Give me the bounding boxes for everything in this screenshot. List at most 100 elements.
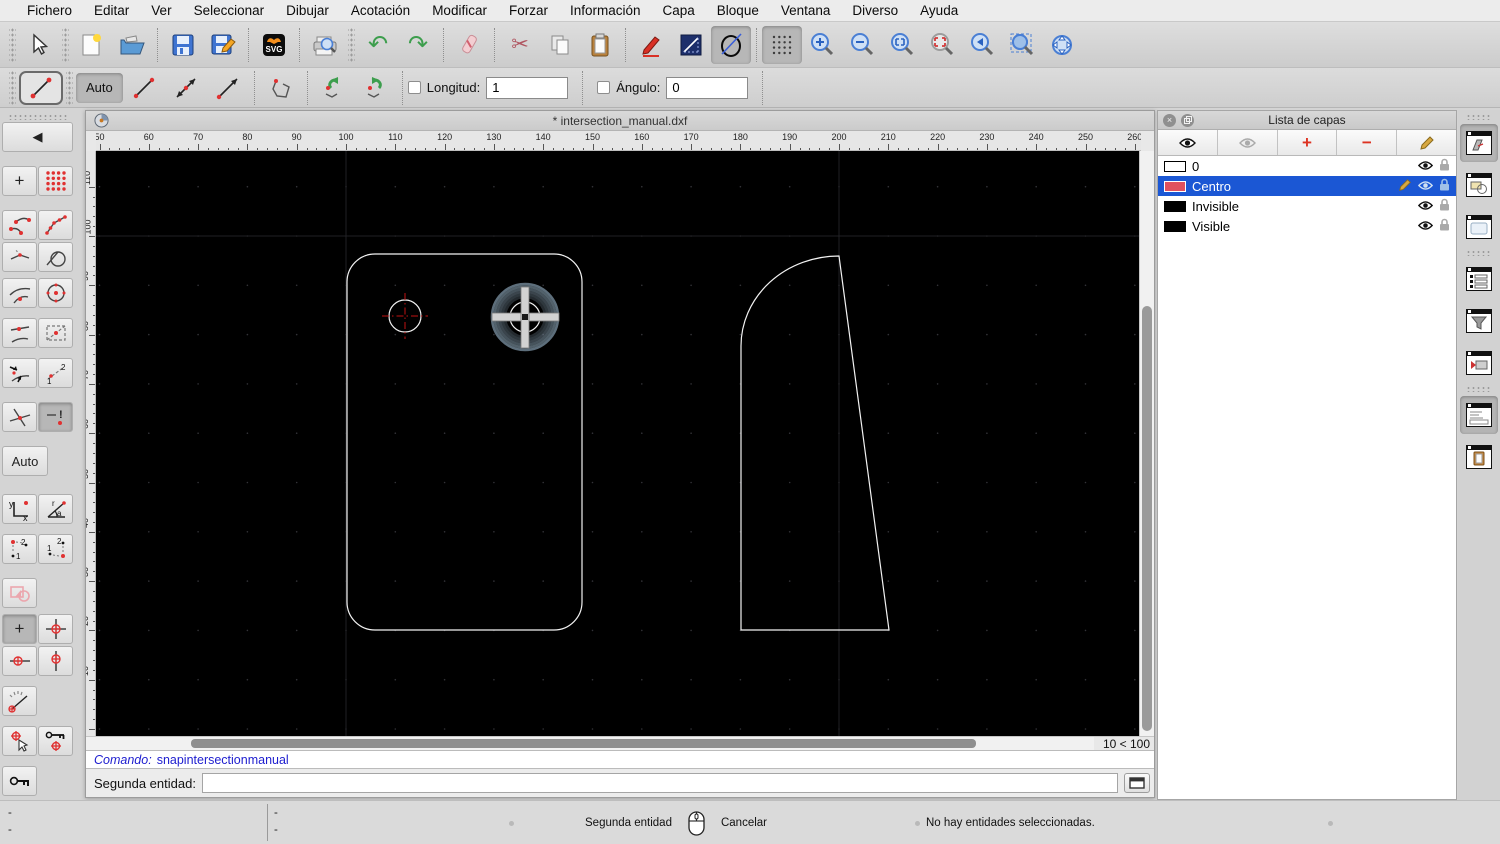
layer-edit-pencil-icon[interactable] — [1398, 178, 1412, 195]
layer-color-swatch[interactable] — [1164, 220, 1186, 232]
snap-auto-toggle[interactable]: Auto — [2, 446, 48, 476]
hide-all-layers-button[interactable] — [1217, 130, 1278, 155]
angle-gauge-button[interactable] — [2, 686, 37, 716]
toggle-library-browser-button[interactable] — [1460, 208, 1498, 246]
layer-color-swatch[interactable] — [1164, 160, 1186, 172]
restrict-nothing-button[interactable]: + — [2, 614, 37, 644]
delete-button[interactable] — [449, 26, 489, 64]
restrict-orthogonal-button[interactable] — [38, 614, 73, 644]
cut-button[interactable]: ✂ — [500, 26, 540, 64]
polyline-button[interactable] — [260, 71, 302, 105]
snap-free-button[interactable]: + — [2, 166, 37, 196]
toolbar-drag-handle[interactable] — [9, 27, 16, 62]
layer-lock-icon[interactable] — [1439, 178, 1450, 194]
menu-diverso[interactable]: Diverso — [841, 3, 909, 18]
snap-grid-button[interactable] — [38, 166, 73, 196]
zoom-auto-button[interactable] — [882, 26, 922, 64]
menu-información[interactable]: Información — [559, 3, 652, 18]
angulo-input[interactable] — [666, 76, 749, 99]
snap-intersection-button[interactable] — [2, 402, 37, 432]
draw-line-button[interactable] — [671, 26, 711, 64]
zoom-out-button[interactable] — [842, 26, 882, 64]
restrict-vertical-button[interactable] — [38, 646, 73, 676]
snap-distance-button[interactable]: 12 — [38, 358, 73, 388]
snap-center-button[interactable] — [38, 278, 73, 308]
line-both-directions-button[interactable] — [165, 71, 207, 105]
snap-back-button[interactable]: ◀ — [2, 122, 73, 152]
longitud-checkbox[interactable] — [407, 81, 421, 94]
menu-forzar[interactable]: Forzar — [498, 3, 559, 18]
layer-row-centro[interactable]: Centro — [1158, 176, 1456, 196]
copy-button[interactable] — [540, 26, 580, 64]
paste-button[interactable] — [580, 26, 620, 64]
vertical-scrollbar[interactable] — [1139, 151, 1154, 736]
layer-lock-icon[interactable] — [1439, 218, 1450, 234]
snap-middle-button[interactable] — [38, 318, 73, 348]
longitud-input[interactable] — [486, 76, 569, 99]
toolbar-drag-handle[interactable] — [1466, 114, 1492, 120]
zoom-previous-button[interactable] — [962, 26, 1002, 64]
close-panel-button[interactable]: × — [1163, 113, 1176, 127]
drawing-window-titlebar[interactable]: * intersection_manual.dxf — [86, 111, 1154, 131]
layer-visibility-icon[interactable] — [1417, 179, 1434, 194]
remove-layer-button[interactable]: − — [1337, 130, 1398, 155]
layer-visibility-icon[interactable] — [1417, 159, 1434, 174]
layer-row-visible[interactable]: Visible — [1158, 216, 1456, 236]
print-preview-button[interactable] — [305, 26, 345, 64]
snap-tangent-point-button[interactable] — [38, 242, 73, 272]
export-svg-button[interactable]: SVG — [254, 26, 294, 64]
snap-intersection-manual-button[interactable]: ! — [38, 402, 73, 432]
snap-nearest-button[interactable] — [2, 242, 37, 272]
open-file-button[interactable] — [112, 26, 152, 64]
lock-position-button[interactable] — [2, 766, 37, 796]
angulo-checkbox[interactable] — [597, 81, 611, 94]
snap-on-entity-button[interactable] — [38, 210, 73, 240]
layer-visibility-icon[interactable] — [1417, 219, 1434, 234]
toggle-entity-filter-button[interactable] — [1460, 302, 1498, 340]
toolbar-drag-handle[interactable] — [62, 27, 69, 62]
vertical-scrollbar-thumb[interactable] — [1142, 306, 1152, 731]
current-tool-line-button[interactable] — [19, 70, 63, 105]
toggle-command-window-button[interactable] — [1124, 773, 1150, 793]
layer-row-invisible[interactable]: Invisible — [1158, 196, 1456, 216]
toggle-layer-list-button[interactable] — [1460, 124, 1498, 162]
coordinate-polar-button[interactable]: ra — [38, 494, 73, 524]
restrict-special-button[interactable] — [2, 578, 37, 608]
zoom-pan-button[interactable] — [1042, 26, 1082, 64]
layer-row-0[interactable]: 0 — [1158, 156, 1456, 176]
menu-seleccionar[interactable]: Seleccionar — [183, 3, 276, 18]
snap-endpoints-button[interactable] — [2, 210, 37, 240]
snap-perpendicular-button[interactable] — [2, 318, 37, 348]
menu-fichero[interactable]: Fichero — [16, 3, 83, 18]
show-all-layers-button[interactable] — [1158, 130, 1218, 155]
horizontal-scrollbar[interactable] — [86, 737, 1094, 750]
command-input[interactable] — [201, 773, 1118, 793]
coordinate-cartesian-button[interactable]: yx — [2, 494, 37, 524]
select-tool-button[interactable] — [19, 26, 59, 64]
add-layer-button[interactable]: + — [1277, 130, 1338, 155]
menu-ayuda[interactable]: Ayuda — [909, 3, 969, 18]
menu-capa[interactable]: Capa — [652, 3, 706, 18]
undo-segment-button[interactable] — [313, 71, 355, 105]
draw-ellipse-button[interactable] — [711, 25, 751, 64]
toolbar-drag-handle[interactable] — [8, 114, 68, 120]
line-normal-button[interactable] — [123, 71, 165, 105]
save-button[interactable] — [163, 26, 203, 64]
layer-lock-icon[interactable] — [1439, 158, 1450, 174]
restrict-horizontal-button[interactable] — [2, 646, 37, 676]
layer-color-swatch[interactable] — [1164, 180, 1186, 192]
layer-color-swatch[interactable] — [1164, 200, 1186, 212]
menu-dibujar[interactable]: Dibujar — [275, 3, 340, 18]
toggle-block-list-button[interactable] — [1460, 166, 1498, 204]
relative-corner-a-button[interactable]: 12 — [2, 534, 37, 564]
line-auto-toggle[interactable]: Auto — [76, 72, 123, 103]
toggle-notifications-button[interactable] — [1460, 344, 1498, 382]
zoom-window-button[interactable] — [1002, 26, 1042, 64]
horizontal-scrollbar-thumb[interactable] — [191, 739, 976, 748]
menu-ventana[interactable]: Ventana — [770, 3, 842, 18]
toolbar-drag-handle[interactable] — [66, 70, 73, 105]
line-one-direction-button[interactable] — [207, 71, 249, 105]
draw-pencil-button[interactable] — [631, 26, 671, 64]
menu-modificar[interactable]: Modificar — [421, 3, 498, 18]
menu-bloque[interactable]: Bloque — [706, 3, 770, 18]
